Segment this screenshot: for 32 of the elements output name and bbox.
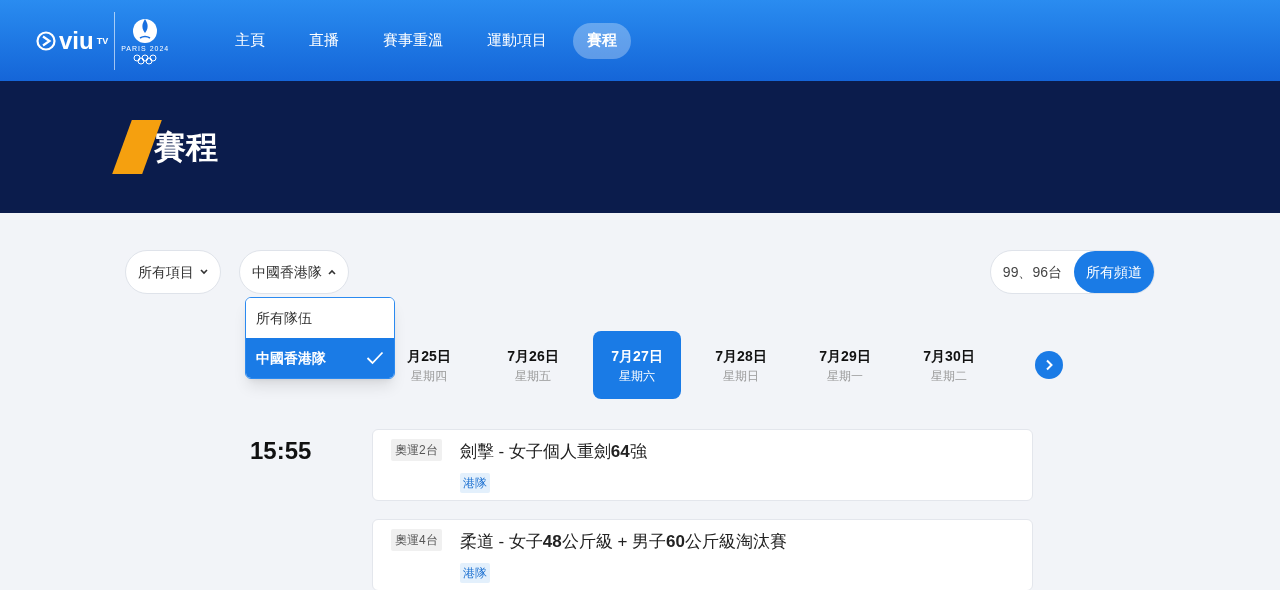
- dropdown-option[interactable]: 所有隊伍: [246, 298, 394, 338]
- nav-link[interactable]: 直播: [291, 22, 358, 59]
- time-label: 15:55: [250, 436, 313, 466]
- channel-label: 奧運4台: [391, 529, 442, 551]
- next-button[interactable]: [1035, 351, 1063, 379]
- nav-link[interactable]: 主頁: [217, 22, 284, 59]
- team-tag: 港隊: [459, 562, 490, 583]
- channel-toggle[interactable]: 99、96台: [990, 251, 1074, 293]
- olympic-rings-icon: [133, 54, 158, 66]
- nav-link[interactable]: 運動項目: [469, 22, 566, 59]
- event-card[interactable]: 奧運2台 劍擊 - 女子個人重劍64強 港隊: [372, 429, 1033, 501]
- event-card[interactable]: 奧運4台 柔道 - 女子48公斤級 + 男子60公斤級淘汰賽 港隊: [372, 519, 1033, 590]
- checkmark-icon: [366, 351, 384, 365]
- chevron-right-icon: [1044, 359, 1054, 371]
- dropdown-option[interactable]: 中國香港隊: [246, 338, 394, 378]
- play-circle-icon: [36, 30, 56, 51]
- event-title: 劍擊 - 女子個人重劍64強: [459, 441, 647, 463]
- team-tag: 港隊: [459, 472, 490, 493]
- date-tab[interactable]: 7月29日 星期一: [801, 331, 889, 399]
- date-tab[interactable]: 7月28日 星期日: [697, 331, 785, 399]
- page-title: 賽程: [154, 128, 218, 167]
- date-tab[interactable]: 7月27日 星期六: [593, 331, 681, 399]
- channel-toggle[interactable]: 所有頻道: [1074, 251, 1154, 293]
- date-tab[interactable]: 7月26日 星期五: [489, 331, 577, 399]
- logo-suffix: TV: [96, 34, 109, 48]
- nav-link[interactable]: 賽事重溫: [365, 22, 462, 59]
- date-tab[interactable]: 7月30日 星期二: [905, 331, 993, 399]
- filter-dropdown[interactable]: 所有項目: [125, 250, 221, 294]
- channel-label: 奧運2台: [391, 439, 442, 461]
- logo-text: viu: [59, 28, 94, 53]
- filter-dropdown[interactable]: 中國香港隊: [239, 250, 349, 294]
- event-title: 柔道 - 女子48公斤級 + 男子60公斤級淘汰賽: [459, 531, 787, 553]
